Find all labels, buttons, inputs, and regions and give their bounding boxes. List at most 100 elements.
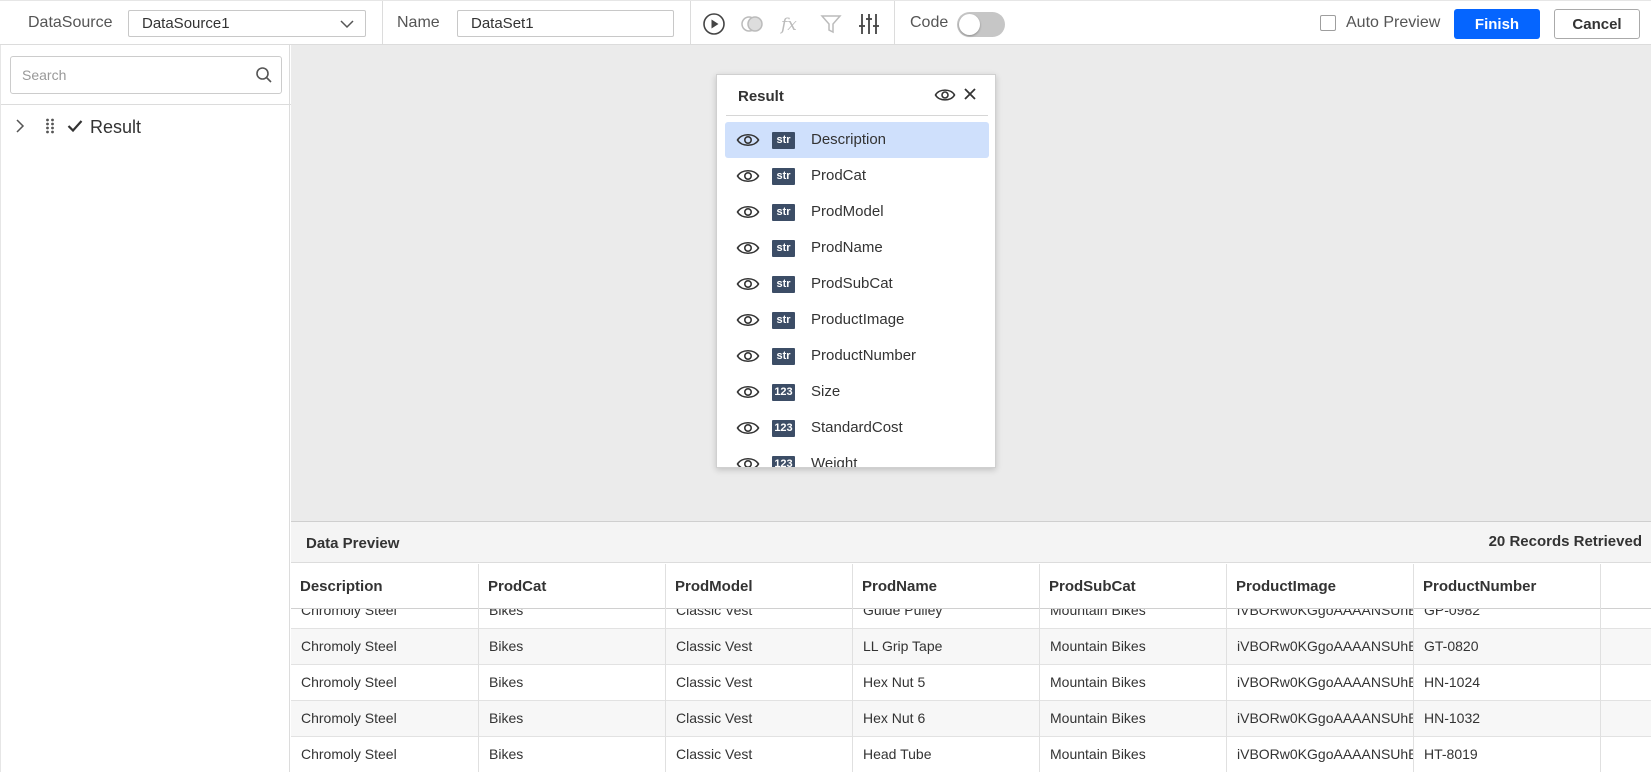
column-header[interactable]: ProductImage bbox=[1227, 564, 1414, 609]
schema-panel: Search Result bbox=[0, 45, 291, 772]
table-cell: Head Tube bbox=[853, 737, 1040, 772]
column-header[interactable]: ProdName bbox=[853, 564, 1040, 609]
table-row[interactable]: Chromoly Steel Bikes Classic Vest Hex Nut 5… bbox=[291, 665, 1651, 701]
field-name: ProdModel bbox=[811, 203, 884, 220]
field-item[interactable]: str ProductNumber bbox=[725, 338, 989, 374]
column-header-empty bbox=[1601, 564, 1651, 609]
eye-icon[interactable] bbox=[736, 275, 760, 293]
filter-icon[interactable] bbox=[818, 11, 844, 37]
settings-sliders-icon[interactable] bbox=[856, 11, 882, 37]
field-name: ProdSubCat bbox=[811, 275, 893, 292]
data-preview-panel: Data Preview 20 Records Retrieved Descri… bbox=[291, 521, 1651, 772]
dialog-title: Result bbox=[738, 88, 784, 105]
table-cell: iVBORw0KGgoAAAANSUhEU bbox=[1227, 665, 1414, 701]
field-item[interactable]: str ProductImage bbox=[725, 302, 989, 338]
number-type-icon: 123 bbox=[772, 420, 795, 437]
field-item[interactable]: 123 StandardCost bbox=[725, 410, 989, 446]
grid-body: Chromoly Steel Bikes Classic Vest Guide Pul… bbox=[291, 593, 1651, 772]
string-type-icon: str bbox=[772, 168, 795, 185]
cancel-button[interactable]: Cancel bbox=[1554, 9, 1640, 39]
eye-icon[interactable] bbox=[736, 131, 760, 149]
field-name: ProdName bbox=[811, 239, 883, 256]
eye-icon[interactable] bbox=[736, 455, 760, 468]
table-row[interactable]: Chromoly Steel Bikes Classic Vest Hex Nut 6… bbox=[291, 701, 1651, 737]
toolbar-divider bbox=[690, 1, 691, 46]
column-header[interactable]: ProdSubCat bbox=[1040, 564, 1227, 609]
column-header[interactable]: ProdModel bbox=[666, 564, 853, 609]
field-item[interactable]: 123 Size bbox=[725, 374, 989, 410]
column-header[interactable]: ProdCat bbox=[479, 564, 666, 609]
check-icon[interactable] bbox=[67, 119, 83, 133]
table-cell-empty bbox=[1601, 737, 1651, 772]
datasource-dropdown[interactable]: DataSource1 bbox=[128, 10, 366, 37]
code-toggle[interactable] bbox=[957, 12, 1005, 37]
table-row[interactable]: Chromoly Steel Bikes Classic Vest LL Grip T… bbox=[291, 629, 1651, 665]
records-count: 20 Records Retrieved bbox=[1488, 533, 1642, 550]
table-cell: Mountain Bikes bbox=[1040, 629, 1227, 665]
eye-icon[interactable] bbox=[736, 167, 760, 185]
number-type-icon: 123 bbox=[772, 384, 795, 401]
field-item[interactable]: str ProdSubCat bbox=[725, 266, 989, 302]
table-cell: Mountain Bikes bbox=[1040, 665, 1227, 701]
column-header[interactable]: ProductNumber bbox=[1414, 564, 1601, 609]
table-cell: GT-0820 bbox=[1414, 629, 1601, 665]
table-cell-empty bbox=[1601, 665, 1651, 701]
table-cell: Classic Vest bbox=[666, 701, 853, 737]
panel-divider bbox=[1, 104, 291, 105]
join-icon[interactable] bbox=[739, 11, 765, 37]
eye-icon[interactable] bbox=[736, 383, 760, 401]
table-cell: iVBORw0KGgoAAAANSUhEU bbox=[1227, 737, 1414, 772]
tree-item-result[interactable]: Result bbox=[1, 111, 291, 141]
drag-handle-icon[interactable] bbox=[45, 117, 55, 135]
column-header[interactable]: Description bbox=[291, 564, 479, 609]
field-item[interactable]: str ProdName bbox=[725, 230, 989, 266]
chevron-right-icon[interactable] bbox=[13, 118, 27, 134]
eye-icon[interactable] bbox=[934, 86, 956, 104]
field-item[interactable]: str ProdModel bbox=[725, 194, 989, 230]
auto-preview-checkbox[interactable] bbox=[1320, 15, 1336, 31]
search-input[interactable]: Search bbox=[10, 56, 282, 94]
field-item[interactable]: str Description bbox=[725, 122, 989, 158]
run-icon[interactable] bbox=[701, 11, 727, 37]
formula-icon[interactable]: fx bbox=[778, 11, 804, 37]
close-icon[interactable] bbox=[963, 87, 977, 101]
table-cell: HT-8019 bbox=[1414, 737, 1601, 772]
name-input[interactable] bbox=[457, 10, 674, 37]
table-cell: iVBORw0KGgoAAAANSUhEU bbox=[1227, 629, 1414, 665]
field-name: ProductImage bbox=[811, 311, 905, 328]
field-list: str Description str ProdCat str ProdMode… bbox=[725, 122, 989, 468]
eye-icon[interactable] bbox=[736, 239, 760, 257]
auto-preview-label: Auto Preview bbox=[1346, 14, 1441, 31]
toolbar-divider bbox=[382, 1, 383, 46]
table-cell: Bikes bbox=[479, 701, 666, 737]
table-cell: Bikes bbox=[479, 737, 666, 772]
toolbar: DataSource DataSource1 Name fx Code Auto… bbox=[0, 0, 1651, 46]
toolbar-divider bbox=[894, 1, 895, 46]
preview-grid[interactable]: Description ProdCat ProdModel ProdName P… bbox=[291, 564, 1651, 772]
table-cell: iVBORw0KGgoAAAANSUhEU bbox=[1227, 701, 1414, 737]
eye-icon[interactable] bbox=[736, 419, 760, 437]
table-row[interactable]: Chromoly Steel Bikes Classic Vest Head Tube… bbox=[291, 737, 1651, 772]
field-item[interactable]: str ProdCat bbox=[725, 158, 989, 194]
table-cell: Mountain Bikes bbox=[1040, 701, 1227, 737]
field-name: Weight bbox=[811, 455, 858, 468]
table-cell: Hex Nut 6 bbox=[853, 701, 1040, 737]
search-icon[interactable] bbox=[255, 66, 273, 84]
finish-button[interactable]: Finish bbox=[1454, 9, 1540, 39]
table-cell: Chromoly Steel bbox=[291, 665, 479, 701]
eye-icon[interactable] bbox=[736, 347, 760, 365]
field-name: Size bbox=[811, 383, 841, 400]
data-preview-title: Data Preview bbox=[306, 535, 400, 552]
table-cell: LL Grip Tape bbox=[853, 629, 1040, 665]
field-item[interactable]: 123 Weight bbox=[725, 446, 989, 468]
grid-header-row: Description ProdCat ProdModel ProdName P… bbox=[291, 564, 1651, 609]
number-type-icon: 123 bbox=[772, 456, 795, 467]
eye-icon[interactable] bbox=[736, 311, 760, 329]
table-cell: Classic Vest bbox=[666, 665, 853, 701]
table-cell: Hex Nut 5 bbox=[853, 665, 1040, 701]
table-cell: Bikes bbox=[479, 665, 666, 701]
dialog-divider bbox=[726, 115, 988, 116]
string-type-icon: str bbox=[772, 276, 795, 293]
eye-icon[interactable] bbox=[736, 203, 760, 221]
table-cell: HN-1024 bbox=[1414, 665, 1601, 701]
